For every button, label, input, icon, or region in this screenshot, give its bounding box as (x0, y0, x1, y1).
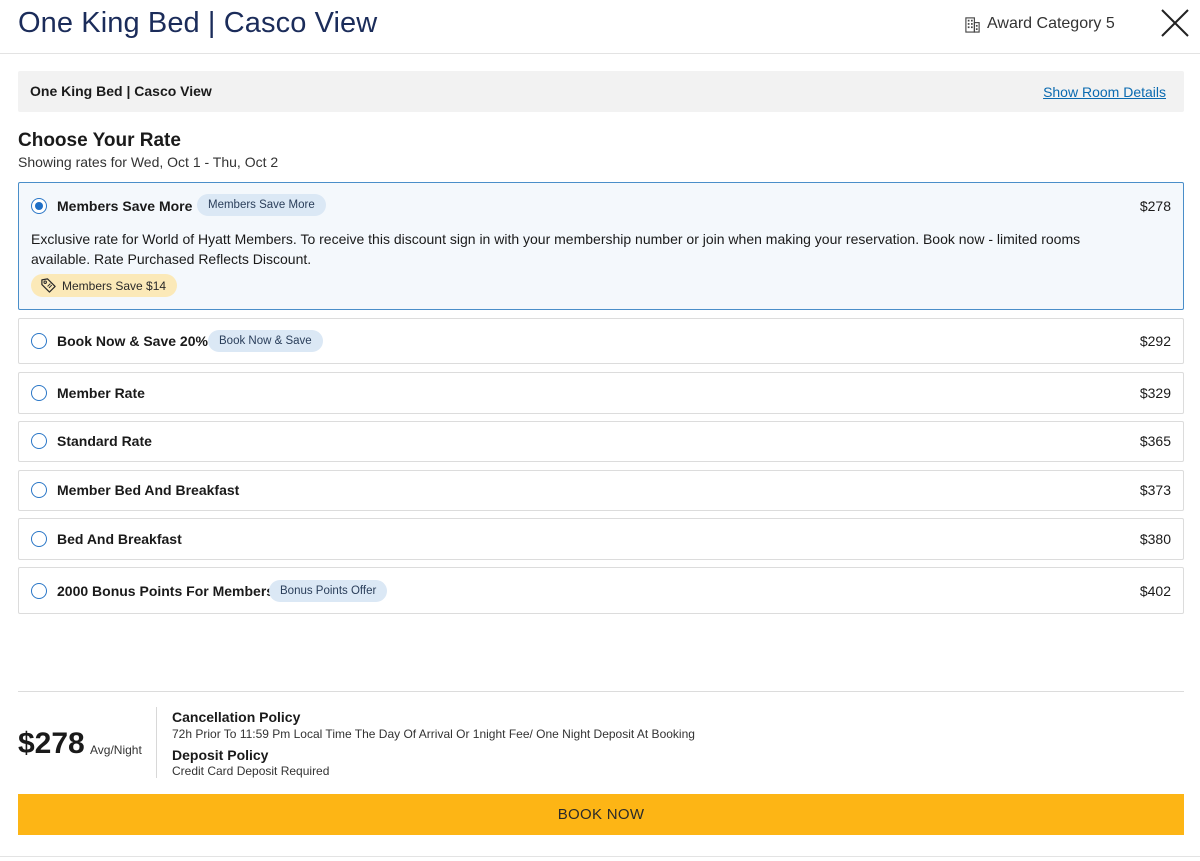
rate-price: $329 (1139, 385, 1171, 401)
rate-radio[interactable] (31, 482, 47, 498)
rate-option-members-save-more[interactable]: Members Save More Members Save More $278… (18, 182, 1184, 310)
tag-icon (41, 278, 56, 293)
rate-option-bed-and-breakfast[interactable]: Bed And Breakfast $380 (18, 518, 1184, 560)
rate-option-member-rate[interactable]: Member Rate $329 (18, 372, 1184, 414)
modal-header: One King Bed | Casco View Award Category… (0, 0, 1200, 54)
rate-description: Exclusive rate for World of Hyatt Member… (31, 231, 1081, 267)
rate-option-book-now-save[interactable]: Book Now & Save 20% Book Now & Save $292 (18, 318, 1184, 364)
rate-price: $292 (1139, 333, 1171, 349)
rate-option-standard-rate[interactable]: Standard Rate $365 (18, 421, 1184, 462)
bottom-border (0, 856, 1200, 857)
award-category: Award Category 5 (964, 15, 1115, 33)
rate-price: $365 (1139, 433, 1171, 449)
member-savings-label: Members Save $14 (62, 278, 167, 293)
rate-name: Standard Rate (57, 433, 152, 449)
rate-dates: Showing rates for Wed, Oct 1 - Thu, Oct … (18, 154, 279, 170)
rate-radio[interactable] (31, 198, 47, 214)
rate-radio[interactable] (31, 385, 47, 401)
show-room-details-link[interactable]: Show Room Details (1043, 84, 1166, 100)
modal-title: One King Bed | Casco View (18, 7, 378, 39)
rate-option-bonus-points[interactable]: 2000 Bonus Points For Members Bonus Poin… (18, 567, 1184, 614)
rate-radio[interactable] (31, 433, 47, 449)
rate-name: Bed And Breakfast (57, 531, 182, 547)
rate-price: $373 (1139, 482, 1171, 498)
book-now-button[interactable]: BOOK NOW (18, 794, 1184, 835)
rate-name: 2000 Bonus Points For Members (57, 583, 275, 599)
rate-price: $402 (1139, 583, 1171, 599)
rate-option-member-bed-and-breakfast[interactable]: Member Bed And Breakfast $373 (18, 470, 1184, 511)
award-category-label: Award Category 5 (987, 15, 1115, 32)
rate-name: Book Now & Save 20% (57, 333, 208, 349)
rate-price: $278 (1139, 198, 1171, 214)
selected-price: $278 (18, 727, 85, 760)
rate-badge: Members Save More (197, 194, 326, 216)
vertical-divider (156, 707, 157, 778)
room-summary-bar: One King Bed | Casco View Show Room Deta… (18, 71, 1184, 112)
rate-radio[interactable] (31, 333, 47, 349)
footer-divider (18, 691, 1184, 692)
rate-name: Members Save More (57, 198, 193, 214)
deposit-policy-title: Deposit Policy (172, 747, 269, 763)
rate-badge: Bonus Points Offer (269, 580, 388, 602)
cancellation-policy-text: 72h Prior To 11:59 Pm Local Time The Day… (172, 727, 695, 741)
rate-radio[interactable] (31, 531, 47, 547)
deposit-policy-text: Credit Card Deposit Required (172, 764, 330, 778)
choose-rate-heading: Choose Your Rate (18, 130, 181, 151)
rate-name: Member Bed And Breakfast (57, 482, 240, 498)
cancellation-policy-title: Cancellation Policy (172, 709, 301, 725)
rate-radio[interactable] (31, 583, 47, 599)
rate-badge: Book Now & Save (208, 330, 323, 352)
price-unit: Avg/Night (90, 743, 142, 757)
close-icon[interactable] (1158, 6, 1192, 40)
member-savings-chip: Members Save $14 (31, 274, 178, 297)
rate-price: $380 (1139, 531, 1171, 547)
rate-name: Member Rate (57, 385, 145, 401)
room-name: One King Bed | Casco View (30, 83, 212, 99)
building-icon (965, 16, 980, 33)
